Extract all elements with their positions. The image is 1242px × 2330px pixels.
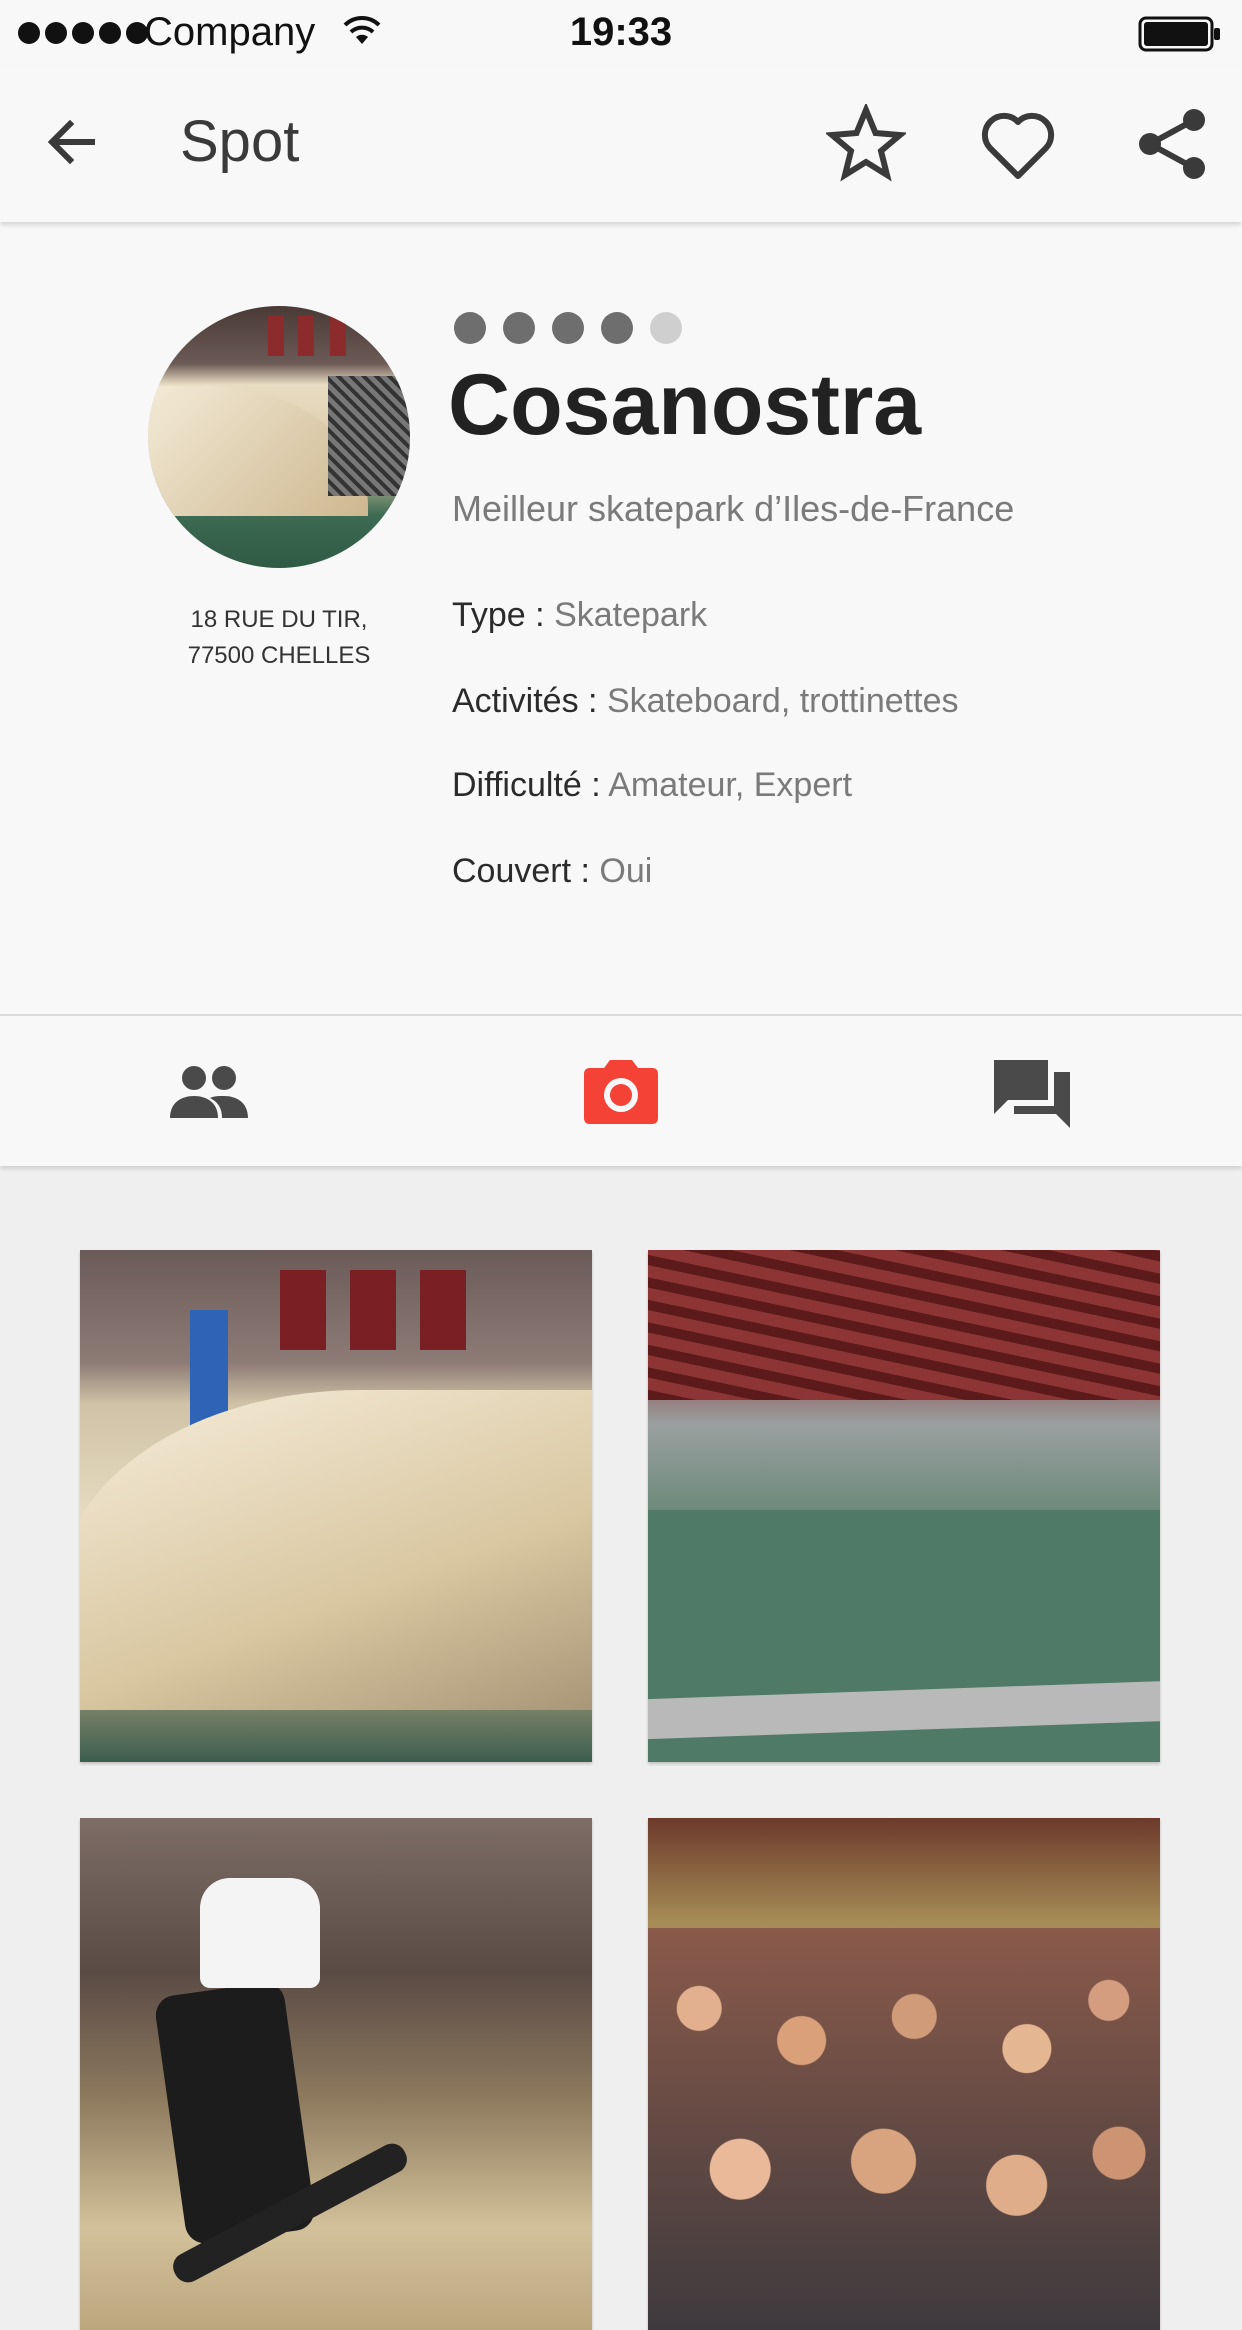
spot-tagline: Meilleur skatepark d’Iles-de-France xyxy=(452,488,1015,529)
attribute-separator: : xyxy=(525,596,555,634)
page-title: Spot xyxy=(180,109,300,174)
members-icon[interactable] xyxy=(164,1056,254,1128)
attribute-activities: Activités : Skateboard, trottinettes xyxy=(452,682,958,721)
spot-address: 18 RUE DU TIR, 77500 CHELLES xyxy=(120,602,438,674)
tab-bar xyxy=(0,1014,1242,1166)
comments-icon[interactable] xyxy=(990,1056,1080,1128)
rating-dot-filled xyxy=(454,312,486,344)
app-bar: Spot xyxy=(0,66,1242,222)
spot-photo[interactable] xyxy=(648,1818,1160,2330)
spot-photo[interactable] xyxy=(80,1250,592,1762)
attribute-separator: : xyxy=(571,852,600,890)
rating-dot-filled xyxy=(503,312,535,344)
address-line-2: 77500 CHELLES xyxy=(187,642,371,669)
attribute-difficulty: Difficulté : Amateur, Expert xyxy=(452,766,852,805)
rating-dot-filled xyxy=(601,312,633,344)
rating-dot-filled xyxy=(552,312,584,344)
attribute-value: Amateur, Expert xyxy=(608,766,853,804)
attribute-label: Couvert xyxy=(452,852,572,890)
spot-info-card: 18 RUE DU TIR, 77500 CHELLES Cosanostra … xyxy=(0,222,1242,1014)
share-icon[interactable] xyxy=(1134,106,1210,182)
address-line-1: 18 RUE DU TIR, xyxy=(190,606,368,633)
status-time: 19:33 xyxy=(569,10,673,54)
back-arrow-icon[interactable] xyxy=(40,110,104,174)
rating-dot-empty xyxy=(650,312,682,344)
heart-icon[interactable] xyxy=(978,106,1058,182)
camera-icon[interactable] xyxy=(576,1056,666,1128)
attribute-covered: Couvert : Oui xyxy=(452,852,652,891)
spot-photo[interactable] xyxy=(80,1818,592,2330)
spot-photo[interactable] xyxy=(648,1250,1160,1762)
attribute-separator: : xyxy=(578,682,607,720)
attribute-label: Activités xyxy=(452,682,579,720)
attribute-value: Skateboard, trottinettes xyxy=(606,682,959,720)
star-icon[interactable] xyxy=(826,104,906,184)
spot-avatar xyxy=(148,306,410,568)
attribute-type: Type : Skatepark xyxy=(452,596,707,635)
attribute-value: Oui xyxy=(599,852,653,890)
status-bar: Company 19:33 xyxy=(0,0,1242,66)
attribute-label: Difficulté xyxy=(452,766,582,804)
attribute-separator: : xyxy=(581,766,609,804)
battery-icon xyxy=(1138,16,1220,52)
difficulty-rating xyxy=(454,312,682,344)
attribute-value: Skatepark xyxy=(554,596,708,634)
spot-name: Cosanostra xyxy=(448,357,922,453)
attribute-label: Type xyxy=(452,596,526,634)
